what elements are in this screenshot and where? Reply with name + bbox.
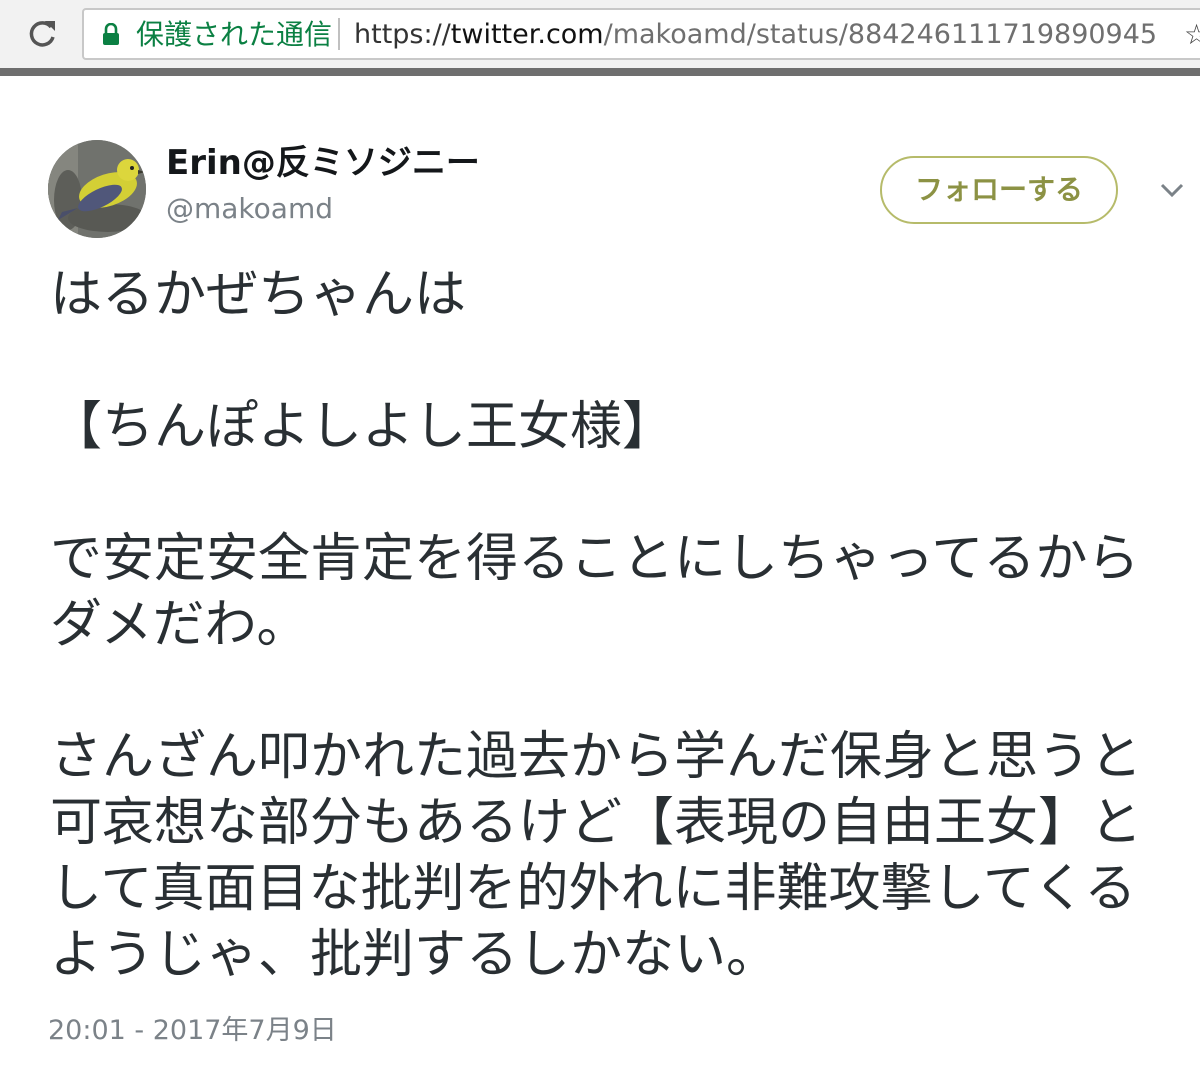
tweet-text: はるかぜちゃんは 【ちんぽよしよし王女様】 で安定安全肯定を得ることにしちゃって… <box>50 262 1165 988</box>
display-name[interactable]: Erin@反ミソジニー <box>166 142 480 184</box>
toolbar-divider <box>0 68 1200 76</box>
url-divider <box>338 18 340 50</box>
lock-icon <box>103 23 119 45</box>
avatar[interactable] <box>48 140 146 238</box>
star-icon[interactable]: ☆ <box>1184 18 1200 52</box>
tweet-timestamp[interactable]: 20:01 - 2017年7月9日 <box>48 1014 337 1048</box>
url-scheme: https:// <box>354 19 451 50</box>
bird-avatar <box>48 140 146 238</box>
reload-button[interactable] <box>18 12 66 56</box>
tweet-paragraph: で安定安全肯定を得ることにしちゃってるからダメだわ。 <box>50 529 1140 655</box>
user-handle[interactable]: @makoamd <box>166 192 333 226</box>
tweet-paragraph: 【ちんぽよしよし王女様】 <box>50 397 675 457</box>
url-host: twitter.com <box>450 19 604 50</box>
url-text[interactable]: https://twitter.com/makoamd/status/88424… <box>354 18 1157 52</box>
browser-toolbar: 保護された通信 https://twitter.com/makoamd/stat… <box>0 0 1200 68</box>
url-path: /makoamd/status/884246111719890945 <box>603 19 1158 50</box>
address-bar[interactable]: 保護された通信 https://twitter.com/makoamd/stat… <box>82 8 1200 60</box>
tweet-card: Erin@反ミソジニー @makoamd フォローする はるかぜちゃんは 【ちん… <box>0 76 1200 1066</box>
chevron-down-icon[interactable] <box>1156 174 1188 206</box>
tweet-paragraph: はるかぜちゃんは <box>50 265 467 325</box>
browser-window: 保護された通信 https://twitter.com/makoamd/stat… <box>0 0 1200 1066</box>
follow-button[interactable]: フォローする <box>880 156 1118 224</box>
reload-icon <box>29 21 55 47</box>
secure-connection-label[interactable]: 保護された通信 <box>136 18 332 52</box>
tweet-paragraph: さんざん叩かれた過去から学んだ保身と思うと可哀想な部分もあるけど【表現の自由王女… <box>50 727 1143 985</box>
